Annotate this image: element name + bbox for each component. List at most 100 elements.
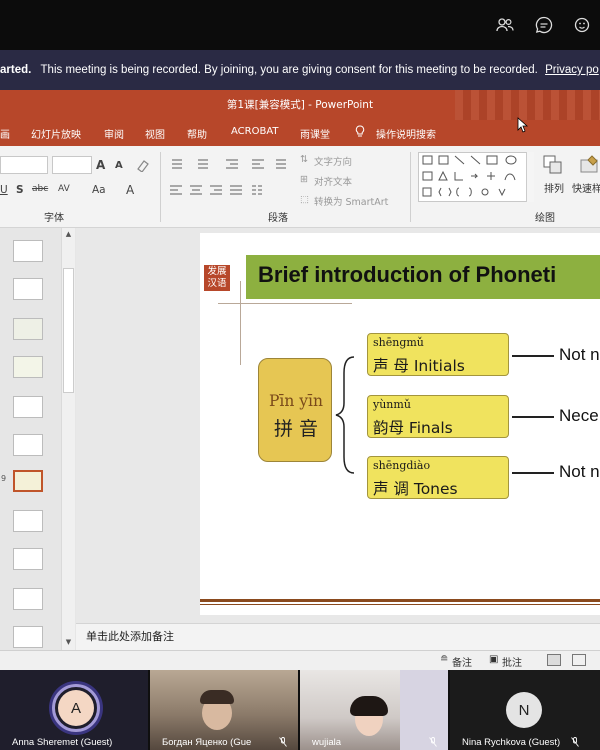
tab-view[interactable]: 视图	[145, 126, 165, 141]
change-case-button[interactable]: Aa	[92, 184, 106, 196]
chat-icon[interactable]	[533, 14, 555, 36]
connector-line	[512, 355, 554, 357]
tab-review[interactable]: 审阅	[104, 126, 124, 141]
ppt-title-bar: 第1课[兼容模式] - PowerPoint	[0, 90, 600, 120]
initials-box: shēngmǔ 声 母 Initials	[367, 333, 509, 376]
tab-acrobat[interactable]: ACROBAT	[231, 126, 279, 137]
tones-note: Not n	[559, 462, 600, 481]
strikethrough-button[interactable]: abc	[32, 184, 48, 194]
underline-button[interactable]: U	[0, 184, 8, 196]
slide-thumbnail[interactable]	[13, 588, 43, 610]
tab-draw[interactable]: 画	[0, 126, 10, 141]
people-icon[interactable]	[494, 14, 516, 36]
shapes-scroll[interactable]	[526, 152, 534, 202]
participants-strip: A Anna Sheremet (Guest) Богдан Яценко (G…	[0, 670, 600, 750]
mic-off-icon	[429, 737, 437, 747]
shapes-gallery[interactable]	[418, 152, 534, 202]
reactions-icon[interactable]	[572, 14, 594, 36]
slide-sorter-icon[interactable]	[572, 654, 586, 666]
slide-thumbnail[interactable]	[13, 396, 43, 418]
shadow-button[interactable]: S	[16, 184, 24, 196]
slide-thumbnail[interactable]	[13, 356, 43, 378]
title-pattern	[455, 90, 600, 120]
ribbon-tabs: 画 幻灯片放映 审阅 视图 帮助 ACROBAT 雨课堂 操作说明搜索	[0, 117, 600, 146]
clear-format-icon[interactable]	[136, 158, 150, 172]
finals-pinyin: yùnmǔ	[373, 398, 411, 411]
finals-box: yùnmǔ 韵母 Finals	[367, 395, 509, 438]
group-separator	[160, 152, 161, 222]
font-color-button[interactable]: A	[126, 183, 134, 197]
slide-thumbnail-selected[interactable]	[13, 470, 43, 492]
slide-thumbnail[interactable]	[13, 510, 43, 532]
thumbnail-number: 9	[1, 474, 7, 483]
slide-thumbnail[interactable]	[13, 278, 43, 300]
ppt-title: 第1课[兼容模式] - PowerPoint	[226, 99, 374, 111]
slide-thumbnail[interactable]	[13, 548, 43, 570]
text-direction-button[interactable]: 文字方向	[314, 154, 352, 168]
slide-thumbnail[interactable]	[13, 240, 43, 262]
quick-styles-button[interactable]: 快速样式	[572, 180, 600, 195]
arrange-button[interactable]: 排列	[544, 180, 564, 195]
slide-title: Brief introduction of Phoneti	[258, 262, 557, 287]
notes-icon: ≘	[440, 654, 449, 665]
pinyin-main-hanzi: 拼 音	[273, 418, 319, 440]
participant-name: Богдан Яценко (Gue	[162, 737, 252, 748]
grow-font-button[interactable]: A	[96, 158, 105, 172]
smartart-icon: ⬚	[300, 194, 309, 205]
footer-line-thin	[200, 604, 600, 605]
mic-off-icon	[571, 737, 579, 747]
avatar: N	[506, 692, 542, 728]
group-paragraph-label: 段落	[268, 213, 288, 224]
normal-view-icon[interactable]	[547, 654, 561, 666]
lightbulb-icon	[355, 125, 365, 141]
tab-slideshow[interactable]: 幻灯片放映	[31, 126, 81, 141]
convert-smartart-button[interactable]: 转换为 SmartArt	[314, 194, 388, 208]
tab-tell-me[interactable]: 操作说明搜索	[376, 126, 436, 141]
connector-line	[512, 472, 554, 474]
list-buttons-icon[interactable]	[168, 156, 288, 172]
participant-tile[interactable]: N Nina Rychkova (Guest)	[450, 670, 600, 750]
participant-tile[interactable]: wujiala	[300, 670, 448, 750]
participant-tile[interactable]: Богдан Яценко (Gue	[150, 670, 298, 750]
comments-icon: ▣	[489, 654, 499, 665]
align-buttons-icon[interactable]	[168, 184, 288, 198]
font-name-box[interactable]	[0, 156, 48, 174]
group-font-label: 字体	[44, 213, 64, 224]
video-hair	[200, 690, 234, 704]
current-slide: 发展 汉语 Brief introduction of Phoneti Pīn …	[200, 233, 600, 615]
participant-tile[interactable]: A Anna Sheremet (Guest)	[0, 670, 148, 750]
scroll-thumb[interactable]	[63, 268, 74, 393]
brace-connector	[335, 356, 355, 474]
mouse-cursor-icon	[517, 117, 529, 133]
spacing-button[interactable]: AV	[58, 184, 70, 194]
notes-pane[interactable]: 单击此处添加备注	[76, 623, 600, 650]
arrange-icon[interactable]	[542, 154, 564, 176]
banner-text: This meeting is being recorded. By joini…	[40, 64, 538, 76]
quick-styles-icon[interactable]	[578, 154, 600, 176]
notes-placeholder: 单击此处添加备注	[86, 630, 174, 643]
align-text-button[interactable]: 对齐文本	[314, 174, 352, 188]
participant-name: Nina Rychkova (Guest)	[462, 737, 561, 748]
slide-thumbnail[interactable]	[13, 626, 43, 648]
shrink-font-button[interactable]: A	[115, 160, 123, 171]
tones-box: shēngdiào 声 调 Tones	[367, 456, 509, 499]
text-direction-icon: ⇅	[300, 154, 308, 165]
video-hair	[350, 696, 388, 716]
font-size-box[interactable]	[52, 156, 92, 174]
finals-label: 韵母 Finals	[373, 419, 453, 437]
scroll-down-icon[interactable]: ▼	[62, 638, 75, 648]
comments-button[interactable]: 批注	[502, 654, 522, 669]
tab-rain-classroom[interactable]: 雨课堂	[300, 126, 330, 141]
slide-thumbnail[interactable]	[13, 318, 43, 340]
deco-line-v	[240, 281, 241, 365]
finals-note: Nece	[559, 406, 599, 425]
scroll-up-icon[interactable]: ▲	[62, 230, 75, 240]
notes-button[interactable]: 备注	[452, 654, 472, 669]
ribbon-body: A A U S abc AV Aa A 字体 ⇅ 文字方向 ⊞ 对齐文本 ⬚ 转…	[0, 146, 600, 228]
avatar-initial: N	[518, 701, 530, 719]
tab-help[interactable]: 帮助	[187, 126, 207, 141]
thumbnails-scrollbar[interactable]: ▲ ▼	[61, 228, 75, 650]
status-bar: ≘ 备注 ▣ 批注	[0, 650, 600, 670]
slide-thumbnail[interactable]	[13, 434, 43, 456]
privacy-link[interactable]: Privacy po	[545, 64, 599, 76]
